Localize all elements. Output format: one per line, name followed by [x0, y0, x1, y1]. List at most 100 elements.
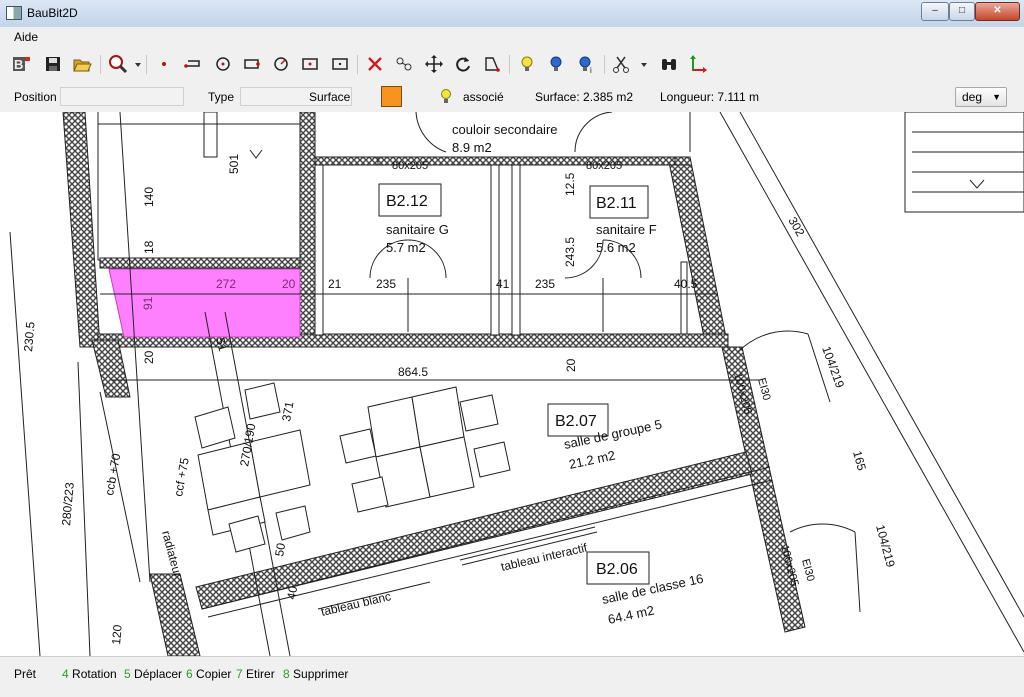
- open-icon[interactable]: [71, 53, 93, 75]
- associe-bulb-icon: [441, 89, 451, 103]
- shortcut-delete: 8 Supprimer: [283, 667, 349, 681]
- dimension-label: 272: [216, 277, 236, 291]
- room-area: 5.7 m2: [386, 240, 426, 255]
- line-icon[interactable]: [182, 53, 204, 75]
- dimension-label: 120: [109, 624, 125, 645]
- dimension-label: 104/219: [873, 523, 898, 569]
- rectangle-icon[interactable]: [241, 53, 263, 75]
- app-icon: [6, 6, 22, 20]
- rotate-icon[interactable]: [452, 53, 474, 75]
- dropdown-arrow-icon[interactable]: [127, 53, 141, 75]
- surface-label: Surface: [309, 90, 351, 104]
- move-icon[interactable]: [423, 53, 445, 75]
- svg-text:i: i: [590, 66, 592, 75]
- room-id: B2.07: [555, 413, 597, 430]
- unit-select[interactable]: deg ▼: [955, 87, 1007, 107]
- dimension-label: 40: [284, 585, 300, 601]
- dimension-label: 91: [141, 296, 155, 310]
- maximize-button[interactable]: □: [949, 2, 975, 21]
- zoom-icon[interactable]: [107, 53, 129, 75]
- status-ready: Prêt: [14, 667, 37, 681]
- point-icon[interactable]: [153, 53, 175, 75]
- room-id: B2.11: [596, 195, 637, 212]
- dimension-label: 243.5: [563, 237, 577, 267]
- shortcut-stretch: 7 Etirer: [236, 667, 275, 681]
- board-label: tableau blanc: [320, 589, 393, 619]
- room-area: 64.4 m2: [607, 602, 656, 626]
- circle-icon[interactable]: [212, 53, 234, 75]
- arc-icon[interactable]: [270, 53, 292, 75]
- surface-value: Surface: 2.385 m2: [535, 90, 634, 104]
- logo-icon[interactable]: B: [11, 53, 33, 75]
- dimension-label: 140: [142, 187, 156, 207]
- position-field[interactable]: [60, 87, 184, 106]
- box-point-icon[interactable]: [329, 53, 351, 75]
- room-name: sanitaire G: [386, 222, 449, 237]
- position-label: Position: [14, 90, 57, 104]
- delete-icon[interactable]: [364, 53, 386, 75]
- dimension-label: 20: [282, 277, 296, 291]
- dimension-label: 40.5: [674, 277, 698, 291]
- bulb-blue-icon[interactable]: [545, 53, 567, 75]
- dimension-label: 20: [564, 358, 578, 372]
- dimension-label: 18: [142, 240, 156, 254]
- dimension-label: 864.5: [398, 365, 428, 379]
- dimension-label: 371: [279, 400, 296, 422]
- menu-aide[interactable]: Aide: [14, 30, 38, 44]
- bulb-info-icon[interactable]: i: [575, 53, 597, 75]
- shortcut-copy: 6 Copier: [186, 667, 232, 681]
- room-area: 21.2 m2: [568, 447, 617, 471]
- shortcut-rotation: 4 Rotation: [62, 667, 117, 681]
- dimension-label: 51: [213, 336, 230, 353]
- dimension-label: 80x205: [392, 160, 428, 172]
- dropdown-arrow-icon[interactable]: [633, 53, 647, 75]
- box-icon[interactable]: [299, 53, 321, 75]
- dimension-label: 280/223: [59, 482, 77, 527]
- room-id: B2.06: [596, 561, 638, 578]
- scissors-icon[interactable]: [610, 53, 632, 75]
- dimension-label: 50: [272, 542, 288, 558]
- save-icon[interactable]: [42, 53, 64, 75]
- unit-value: deg: [962, 90, 983, 104]
- corridor-area: 8.9 m2: [452, 140, 492, 155]
- color-swatch[interactable]: [381, 86, 402, 107]
- shape-icon[interactable]: [481, 53, 503, 75]
- dimension-label: 12.5: [563, 172, 577, 196]
- window-title: BauBit2D: [27, 6, 78, 20]
- dimension-label: 41: [496, 277, 510, 291]
- title-bar[interactable]: BauBit2D – □ ✕: [0, 0, 1024, 28]
- room-area: 5.6 m2: [596, 240, 636, 255]
- length-value: Longueur: 7.111 m: [660, 90, 759, 104]
- dimension-label: 501: [227, 154, 241, 174]
- dimension-label: 230.5: [21, 321, 38, 352]
- dimension-label: EI30: [799, 558, 816, 583]
- minimize-button[interactable]: –: [921, 2, 949, 21]
- drawing-canvas[interactable]: B2.12 B2.11 B2.07 B2.06 sanitaire G 5.7 …: [0, 112, 1024, 656]
- dimension-label: ccf +75: [171, 456, 192, 497]
- floor-plan: B2.12 B2.11 B2.07 B2.06 sanitaire G 5.7 …: [9, 112, 1024, 656]
- dimension-label: 302: [785, 215, 807, 240]
- room-name: sanitaire F: [596, 222, 657, 237]
- dimension-label: 235: [535, 277, 555, 291]
- room-id: B2.12: [386, 193, 428, 210]
- chevron-down-icon: ▼: [992, 92, 1001, 102]
- dimension-label: 21: [328, 277, 342, 291]
- dimension-label: EI30: [755, 377, 772, 402]
- dimension-label: 20: [142, 350, 156, 364]
- node-icon[interactable]: [393, 53, 415, 75]
- binoculars-icon[interactable]: [658, 53, 680, 75]
- svg-text:B: B: [14, 57, 23, 72]
- toolbar: B i: [0, 46, 1024, 83]
- menu-bar: Aide: [0, 27, 1024, 47]
- close-button[interactable]: ✕: [975, 2, 1020, 21]
- dimension-label: 165: [850, 449, 869, 472]
- dimension-label: radiateur: [159, 529, 185, 578]
- status-bar: Prêt 4 Rotation 5 Déplacer 6 Copier 7 Et…: [0, 656, 1024, 697]
- shortcut-move: 5 Déplacer: [124, 667, 183, 681]
- dimension-label: 104/219: [819, 344, 847, 390]
- bulb-yellow-icon[interactable]: [516, 53, 538, 75]
- axes-icon[interactable]: [687, 53, 709, 75]
- dimension-label: 80x205: [586, 160, 622, 172]
- associe-label: associé: [463, 90, 504, 104]
- selected-surface[interactable]: [108, 268, 301, 338]
